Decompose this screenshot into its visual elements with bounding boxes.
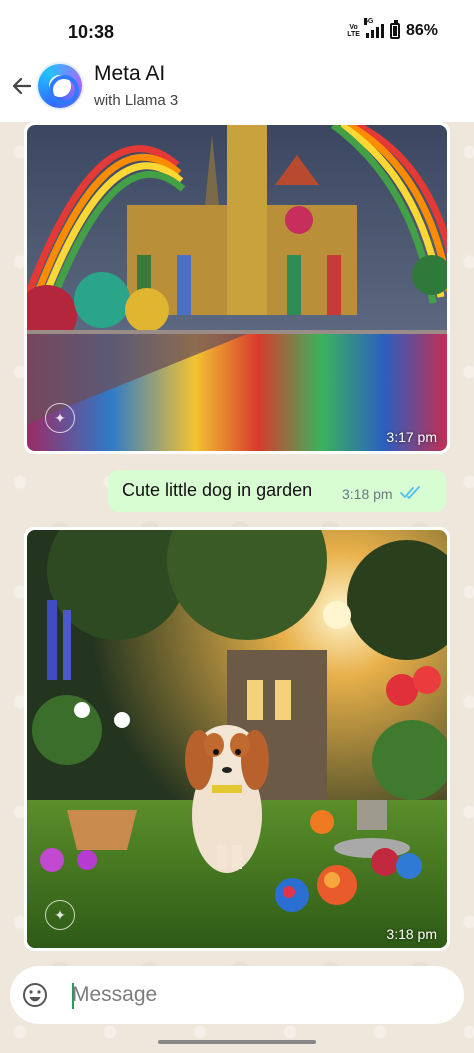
emoji-icon[interactable] (22, 982, 48, 1008)
dog-image (27, 530, 447, 948)
generated-image-dog[interactable]: ✦ 3:18 pm (27, 530, 447, 948)
message-composer (10, 966, 464, 1024)
meta-ai-avatar[interactable] (38, 64, 82, 108)
message-input[interactable] (72, 978, 412, 1012)
chat-subtitle[interactable]: with Llama 3 (94, 92, 178, 109)
double-check-icon (400, 486, 420, 499)
outgoing-message[interactable]: Cute little dog in garden 3:18 pm (108, 470, 446, 512)
chat-area[interactable]: ✦ 3:17 pm Cute little dog in garden 3:18… (0, 122, 474, 1053)
network-5g: 5G (363, 18, 374, 25)
back-button[interactable] (8, 72, 36, 100)
volte-indicator: Vo LTE (347, 24, 360, 38)
message-text: Cute little dog in garden (122, 480, 313, 500)
volte-text-bottom: LTE (347, 31, 360, 38)
image-message-dog[interactable]: ✦ 3:18 pm (24, 527, 450, 951)
arrow-left-icon (12, 77, 32, 95)
status-time: 10:38 (68, 22, 115, 42)
cathedral-image (27, 125, 447, 451)
signal-icon: 5G (363, 18, 384, 38)
battery-percent: 86% (405, 22, 438, 39)
volte-text-top: Vo (349, 24, 358, 31)
chat-header: Meta AI with Llama 3 (0, 58, 474, 122)
status-bar: 10:38 Vo LTE 5G 86% (0, 0, 474, 58)
generated-image-cathedral[interactable]: ✦ 3:17 pm (27, 125, 447, 451)
image-time: 3:18 pm (386, 926, 437, 942)
status-icons: Vo LTE 5G 86% (347, 18, 438, 40)
ai-sparkle-icon: ✦ (45, 900, 75, 930)
chat-title[interactable]: Meta AI (94, 62, 165, 86)
message-time: 3:18 pm (342, 486, 393, 502)
ai-sparkle-icon: ✦ (45, 403, 75, 433)
image-time: 3:17 pm (386, 429, 437, 445)
image-message-cathedral[interactable]: ✦ 3:17 pm (24, 122, 450, 454)
battery-icon (389, 20, 400, 39)
home-indicator[interactable] (158, 1040, 316, 1044)
